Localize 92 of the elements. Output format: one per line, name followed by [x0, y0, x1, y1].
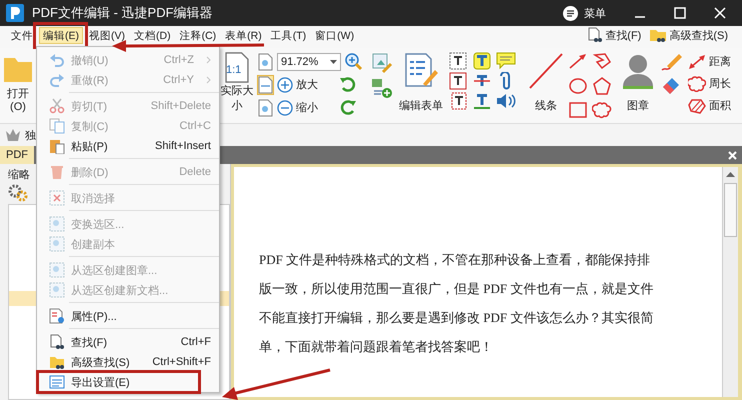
highlight-text-icon[interactable] [473, 52, 491, 70]
pen-icon[interactable] [661, 52, 683, 72]
perimeter-button[interactable]: 周长 [688, 74, 731, 93]
menu-item[interactable]: 文件 [8, 27, 36, 44]
rotate-right-icon[interactable] [339, 98, 357, 116]
image-text-icon[interactable] [371, 52, 393, 74]
gears-icon[interactable] [8, 184, 28, 202]
caret-icon [330, 60, 337, 64]
menu-item[interactable]: 粘贴(P) Shift+Insert [37, 136, 219, 156]
fit-visible-icon[interactable] [258, 98, 273, 116]
rectangle-icon[interactable] [568, 101, 588, 120]
chevron-icon [206, 56, 211, 64]
arrow-icon[interactable] [568, 52, 588, 70]
scroll-up-icon[interactable] [726, 171, 735, 177]
find-button[interactable]: 查找(F) [587, 27, 642, 43]
person-silhouette-icon [620, 52, 656, 90]
list-window-icon [49, 374, 65, 390]
hatched-shape-icon [688, 98, 706, 114]
menu-item[interactable]: 编辑(E) [39, 27, 83, 44]
redo-icon [49, 72, 65, 88]
crown-icon [5, 128, 21, 142]
page-icon [224, 52, 250, 83]
document-binoculars-icon [49, 334, 65, 350]
menu-item[interactable]: 窗口(W) [312, 27, 358, 44]
menu-item[interactable]: 文档(D) [131, 27, 174, 44]
speech-bubble-icon[interactable] [496, 52, 516, 70]
menu-item[interactable]: 属性(P)... [37, 306, 219, 326]
menu-item[interactable]: 表单(R) [222, 27, 265, 44]
double-arrow-icon [688, 54, 706, 70]
icon-caption: 1:1 [226, 64, 242, 76]
polygon-icon[interactable] [592, 52, 612, 70]
zoom-in-magnifier-icon[interactable] [345, 52, 365, 70]
menu-button[interactable]: 菜单 [563, 6, 606, 20]
app-logo-icon [6, 4, 24, 22]
folder-binoculars-icon [649, 27, 668, 43]
menu-item[interactable]: 视图(V) [86, 27, 128, 44]
rotate-left-icon[interactable] [339, 76, 357, 94]
close-icon[interactable] [714, 7, 726, 19]
zoom-out-button[interactable]: 缩小 [277, 100, 335, 116]
fit-width-icon[interactable] [258, 76, 273, 94]
pentagon-icon[interactable] [592, 76, 612, 95]
panel-title: 缩略 [8, 168, 30, 182]
maximize-icon[interactable] [674, 7, 686, 19]
folder-binoculars-icon [49, 354, 65, 370]
toolbar-label: 独 [25, 128, 36, 142]
menu-icon [563, 6, 578, 20]
selection-icon [49, 216, 65, 232]
chevron-icon [206, 76, 211, 84]
underline-text-icon[interactable] [473, 92, 491, 110]
menu-item[interactable]: 查找(F) Ctrl+F [37, 332, 219, 352]
clipboard-icon [49, 138, 65, 154]
menu-item[interactable]: 高级查找(S) Ctrl+Shift+F [37, 352, 219, 372]
zoom-in-button[interactable]: 放大 [277, 76, 335, 92]
zoom-field[interactable]: 91.72% [277, 52, 341, 70]
menu-item[interactable]: 注释(C) [176, 27, 220, 44]
selection-icon [49, 236, 65, 252]
text-field-icon[interactable] [449, 72, 467, 90]
menu-item[interactable]: 工具(T) [268, 27, 310, 44]
open-button[interactable]: 打开(O) [0, 86, 36, 113]
form-pencil-icon [403, 52, 439, 88]
properties-icon [49, 308, 65, 324]
edit-form-button[interactable]: 编辑表单 [399, 98, 443, 113]
fit-page-icon[interactable] [258, 52, 273, 70]
selection-icon [49, 282, 65, 298]
diagonal-line-icon [528, 52, 564, 90]
cloud-icon[interactable] [592, 101, 612, 120]
selection-icon [49, 262, 65, 278]
deselect-icon [49, 190, 65, 206]
advanced-find-button[interactable]: 高级查找(S) [649, 27, 728, 43]
text-field-icon[interactable] [449, 52, 467, 70]
add-image-icon[interactable] [371, 77, 393, 99]
minus-circle-icon [277, 100, 293, 116]
cloud-outline-icon [688, 76, 706, 92]
scroll-thumb[interactable] [724, 183, 737, 237]
document-paragraph: PDF 文件是种特殊格式的文档，不管在那种设备上查看，都能保持排 版一致，所以使用范围一直很广，但是 PDF 文件也有一点，就是文件 不能直接打开编辑，那么要是遇到修改 PDF 文件该怎么办？其实很简 单，下面就带着问题跟着笔者找答案吧！ [259, 251, 654, 356]
scissors-icon [49, 98, 65, 114]
lines-button[interactable]: 线条 [535, 98, 557, 113]
menu-item[interactable]: 导出设置(E) [37, 372, 219, 392]
trash-icon [49, 164, 65, 180]
document-tab[interactable]: PDF [0, 146, 34, 164]
text-field-icon[interactable] [449, 92, 467, 110]
undo-icon [49, 52, 65, 68]
copy-icon [49, 118, 65, 134]
scrollbar[interactable] [722, 167, 738, 397]
window-title: PDF文件编辑 - 迅捷PDF编辑器 [32, 4, 213, 22]
stamp-button[interactable]: 图章 [627, 98, 649, 113]
distance-button[interactable]: 距离 [688, 52, 731, 71]
actual-size-button[interactable]: 实际大小 [216, 83, 258, 113]
plus-circle-icon [277, 76, 293, 92]
speaker-icon[interactable] [496, 92, 516, 110]
area-button[interactable]: 面积 [688, 96, 731, 115]
circle-icon[interactable] [568, 76, 588, 95]
